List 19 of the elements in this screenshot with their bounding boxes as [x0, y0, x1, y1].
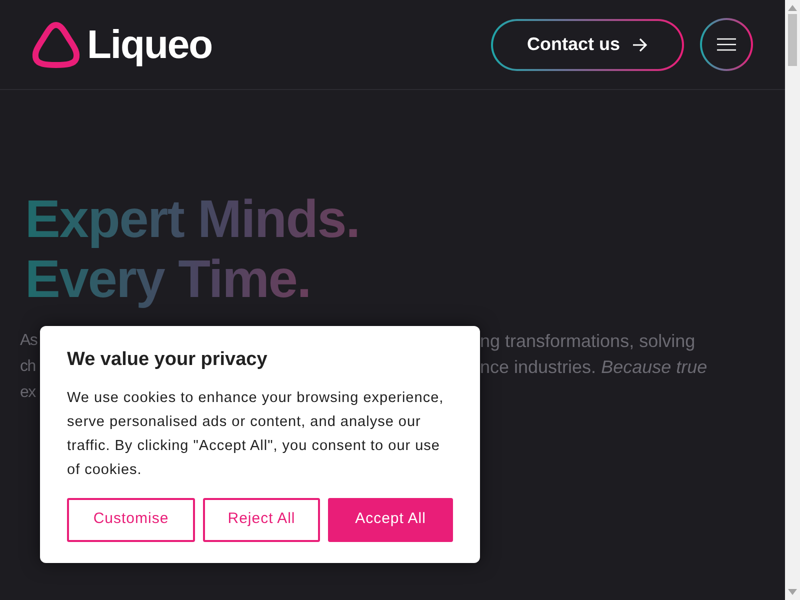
- scroll-down-icon[interactable]: [788, 589, 797, 595]
- contact-button[interactable]: Contact us: [491, 18, 684, 70]
- cookie-button[interactable]: Reject All: [203, 498, 320, 542]
- arrow-right-icon: [632, 38, 648, 52]
- menu-icon: [717, 38, 736, 51]
- cookie-button[interactable]: Customise: [67, 498, 195, 542]
- scrollbar-thumb[interactable]: [788, 14, 797, 66]
- hero-text: nce industries. Because true: [480, 356, 708, 379]
- dialog-text: We use cookies to enhance your browsing experience, serve personalised ads or content, and analyse our traffic. By clicking "Accept All", you consent to our use of cookies.: [67, 388, 445, 480]
- hero-text: As: [20, 331, 38, 351]
- scrollbar[interactable]: [785, 0, 800, 600]
- scroll-up-icon[interactable]: [788, 5, 797, 11]
- dialog-title: We value your privacy: [67, 348, 268, 372]
- logo-text[interactable]: Liqueo: [87, 24, 212, 64]
- hero-text: ch: [20, 357, 36, 377]
- hero-text: ng transformations, solving: [480, 330, 696, 353]
- hero-text: ex: [20, 383, 36, 403]
- logo-icon[interactable]: [31, 20, 81, 68]
- cookie-button[interactable]: Accept All: [328, 498, 453, 542]
